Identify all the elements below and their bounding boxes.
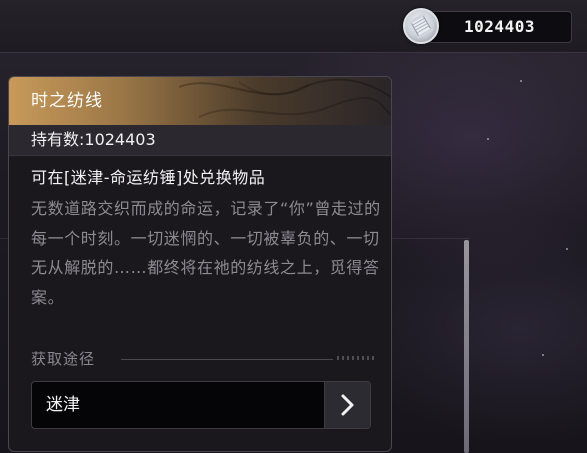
go-to-source-button[interactable] [324,382,370,428]
background-star [542,354,544,356]
item-count: 持有数:1024403 [31,130,156,149]
background-divider [390,238,470,239]
source-label: 获取途径 [31,350,96,368]
source-entry[interactable]: 迷津 [31,381,371,429]
exchange-info: 可在[迷津-命运纺锤]处兑换物品 [31,168,266,187]
currency-display: 1024403 [403,8,572,44]
background-scroll-track [464,240,469,453]
source-entry-name: 迷津 [46,395,80,415]
background-star [520,80,522,82]
count-bar: 持有数:1024403 [9,125,391,156]
source-divider [121,359,333,360]
background-star [566,248,568,250]
divider-ornament [337,353,377,366]
currency-counter: 1024403 [427,11,572,43]
background-star [487,138,489,140]
item-title: 时之纺线 [31,91,103,111]
item-description: 无数道路交织而成的命运，记录了“你”曾走过的每一个时刻。一切迷惘的、一切被辜负的… [31,199,381,307]
chevron-right-icon [341,394,354,416]
panel-header: 时之纺线 [9,77,391,125]
background-divider [0,238,8,239]
currency-value: 1024403 [464,17,535,36]
item-detail-panel: 时之纺线 持有数:1024403 可在[迷津-命运纺锤]处兑换物品 无数道路交织… [8,76,392,452]
spool-icon[interactable] [403,8,439,44]
